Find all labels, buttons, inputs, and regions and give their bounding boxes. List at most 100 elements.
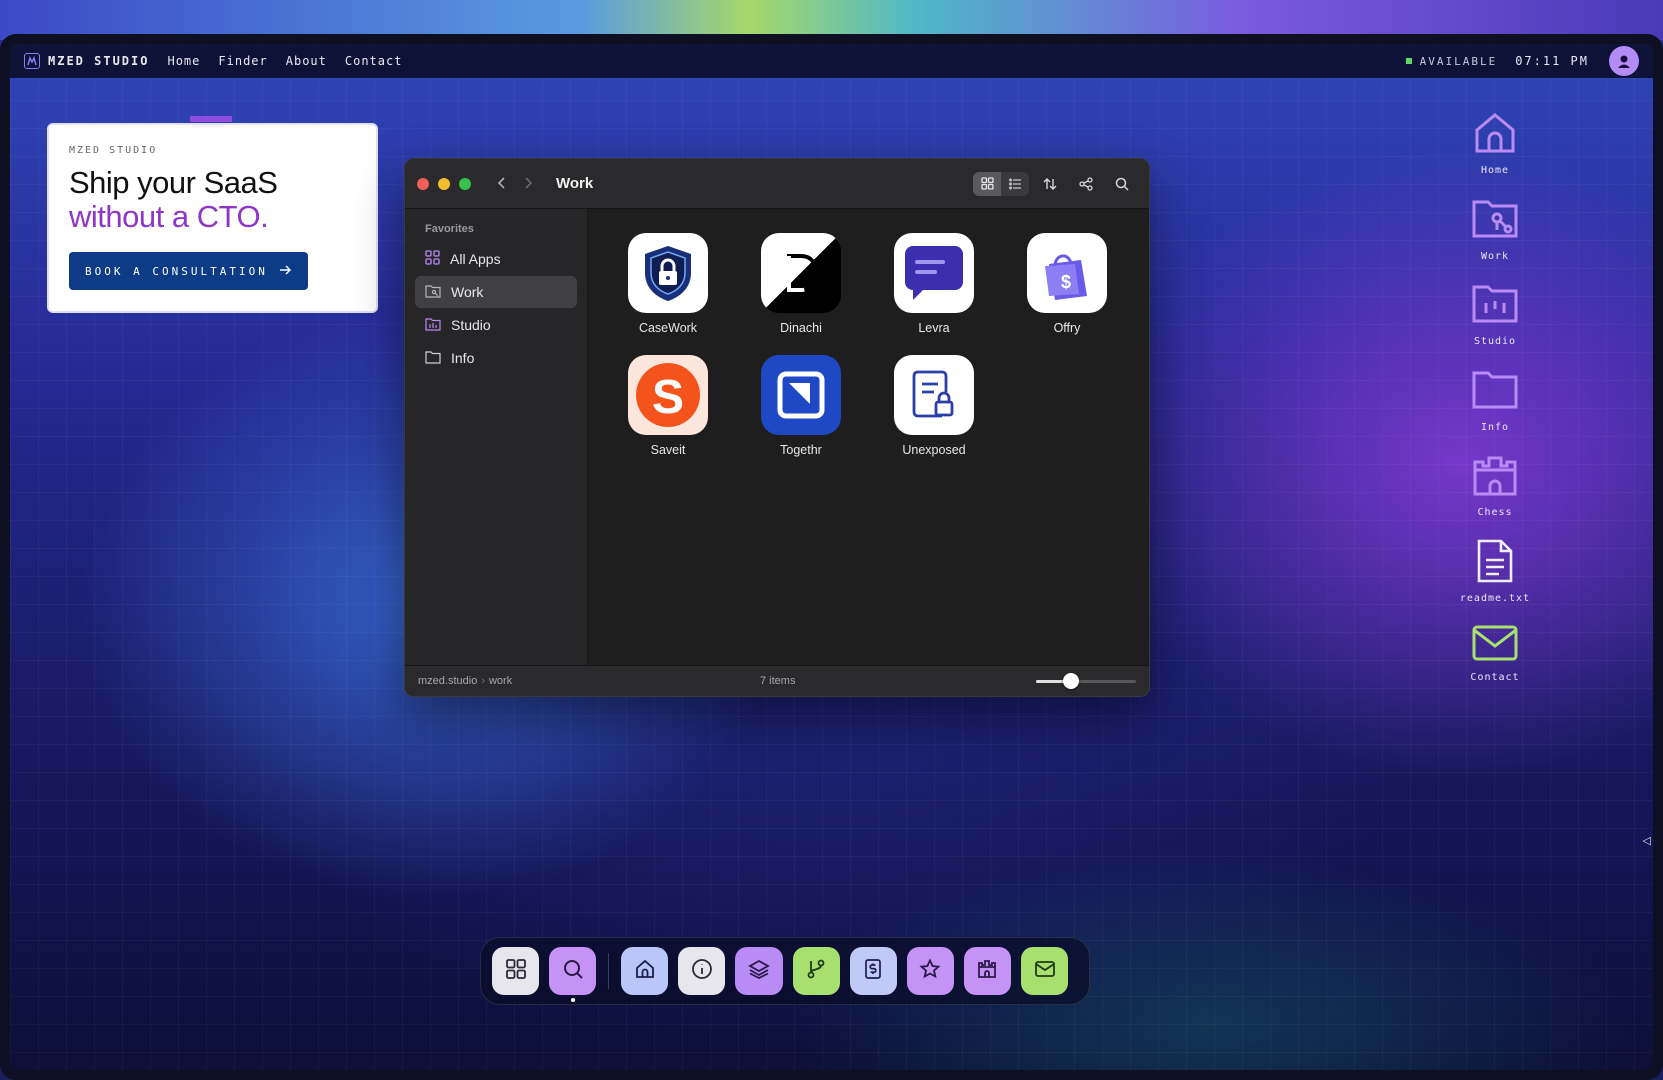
nav-contact[interactable]: Contact [345, 54, 403, 68]
sidebar-item-label: Work [451, 284, 484, 300]
app-label: Offry [1053, 321, 1081, 335]
app-grid: CaseWork Dinachi Levra $ Offry S Saveit … [628, 233, 1149, 457]
slider-knob[interactable] [1063, 673, 1079, 689]
share-icon[interactable] [1071, 172, 1101, 196]
promo-eyebrow: MZED STUDIO [69, 145, 158, 156]
star-icon [919, 957, 941, 985]
finder-statusbar: mzed.studio › work 7 items [405, 665, 1149, 696]
castle-icon [1471, 452, 1519, 503]
desktop-icon-label: Studio [1473, 336, 1517, 347]
promo-card: MZED STUDIO Ship your SaaS without a CTO… [47, 123, 378, 313]
desktop-icon-label: Info [1480, 421, 1510, 433]
book-consultation-button[interactable]: BOOK A CONSULTATION [69, 252, 308, 290]
sidebar-item-work[interactable]: Work [415, 276, 577, 308]
app-unexposed[interactable]: Unexposed [894, 355, 974, 457]
avatar[interactable] [1609, 46, 1639, 76]
desktop-icon-contact[interactable]: Contact [1450, 623, 1540, 709]
dock-search[interactable] [549, 947, 597, 1002]
promo-subheadline: without a CTO. [69, 199, 269, 234]
chat-bubble-icon [894, 233, 974, 313]
dock-layers[interactable] [735, 947, 783, 995]
item-count: 7 items [760, 675, 796, 687]
desktop-icon-info[interactable]: Info [1450, 367, 1540, 453]
path-leaf[interactable]: work [489, 675, 512, 687]
list-view-button[interactable] [1001, 172, 1029, 196]
doc-lock-icon [894, 355, 974, 435]
shopping-bag-dollar-icon: $ [1027, 233, 1107, 313]
dock-info[interactable] [678, 947, 726, 995]
togethr-square-icon [761, 355, 841, 435]
app-dinachi[interactable]: Dinachi [761, 233, 841, 335]
svg-text:$: $ [1061, 272, 1071, 292]
minimize-window-button[interactable] [438, 177, 450, 190]
desktop-icon-label: readme.txt [1459, 592, 1531, 604]
dock-pricing[interactable] [849, 947, 897, 995]
grid-icon [425, 250, 440, 268]
sort-button[interactable] [1035, 172, 1065, 196]
dock [480, 937, 1090, 1005]
folder-studio-icon [1471, 281, 1519, 332]
dock-all-apps[interactable] [492, 947, 540, 995]
sidebar-item-info[interactable]: Info [415, 342, 577, 374]
app-saveit[interactable]: S Saveit [628, 355, 708, 457]
folder-work-icon [1471, 196, 1519, 247]
svg-text:S: S [652, 371, 684, 424]
saveit-s-icon: S [628, 355, 708, 435]
forward-button[interactable] [522, 173, 536, 194]
finder-titlebar: Work [405, 159, 1149, 209]
desktop-icon-label: Chess [1477, 507, 1513, 518]
active-indicator [571, 998, 576, 1002]
folder-work-icon [425, 284, 441, 301]
desktop-icon-readme[interactable]: readme.txt [1450, 538, 1540, 624]
dock-mail[interactable] [1020, 947, 1069, 995]
desktop-icon-label: Home [1480, 165, 1510, 176]
dock-home[interactable] [621, 947, 669, 995]
sidebar-item-studio[interactable]: Studio [415, 309, 577, 341]
dinachi-d-icon [761, 233, 841, 313]
finder-content: CaseWork Dinachi Levra $ Offry S Saveit … [588, 209, 1149, 667]
text-file-icon [1475, 538, 1515, 589]
device-frame: MZED STUDIO Home Finder About Contact AV… [0, 34, 1663, 1080]
app-casework[interactable]: CaseWork [628, 233, 708, 335]
sidebar-item-all-apps[interactable]: All Apps [415, 243, 577, 275]
app-togethr[interactable]: Togethr [761, 355, 841, 457]
home-icon [634, 958, 656, 985]
status-dot [1405, 58, 1412, 64]
brand-name[interactable]: MZED STUDIO [48, 54, 149, 68]
desktop-icon-studio[interactable]: Studio [1450, 281, 1540, 367]
nav-finder[interactable]: Finder [218, 54, 267, 68]
dock-chess[interactable] [963, 947, 1011, 995]
back-button[interactable] [494, 173, 508, 194]
brand-logo-icon[interactable] [24, 53, 40, 69]
git-branch-icon [805, 958, 827, 985]
dock-favorites[interactable] [906, 947, 954, 995]
desktop-icon-home[interactable]: Home [1450, 110, 1540, 196]
desktop-icon-label: Work [1480, 250, 1510, 262]
app-levra[interactable]: Levra [894, 233, 974, 335]
nav-about[interactable]: About [286, 54, 327, 68]
desktop-icon-chess[interactable]: Chess [1450, 452, 1540, 538]
availability-status: AVAILABLE [1419, 54, 1498, 68]
app-label: Levra [918, 321, 950, 335]
app-offry[interactable]: $ Offry [1027, 233, 1107, 335]
desktop: MZED STUDIO Home Finder About Contact AV… [10, 44, 1653, 1070]
desktop-icon-work[interactable]: Work [1450, 196, 1540, 282]
home-icon [1472, 110, 1518, 161]
path-root[interactable]: mzed.studio [418, 675, 477, 687]
edge-collapse-icon[interactable]: ◁ [1643, 834, 1651, 847]
search-icon[interactable] [1107, 172, 1137, 196]
window-title: Work [556, 175, 594, 192]
sidebar-item-label: All Apps [450, 251, 501, 267]
close-window-button[interactable] [417, 177, 429, 190]
shield-lock-icon [628, 233, 708, 313]
desktop-icon-label: Contact [1470, 672, 1520, 683]
maximize-window-button[interactable] [459, 177, 471, 190]
grid-view-button[interactable] [973, 171, 1001, 196]
nav-home[interactable]: Home [167, 54, 200, 68]
app-label: CaseWork [638, 321, 698, 335]
sidebar-item-label: Info [451, 350, 475, 366]
info-icon [691, 958, 713, 985]
dock-git[interactable] [792, 947, 840, 995]
icon-size-slider[interactable] [1036, 673, 1136, 689]
app-label: Saveit [650, 443, 686, 457]
